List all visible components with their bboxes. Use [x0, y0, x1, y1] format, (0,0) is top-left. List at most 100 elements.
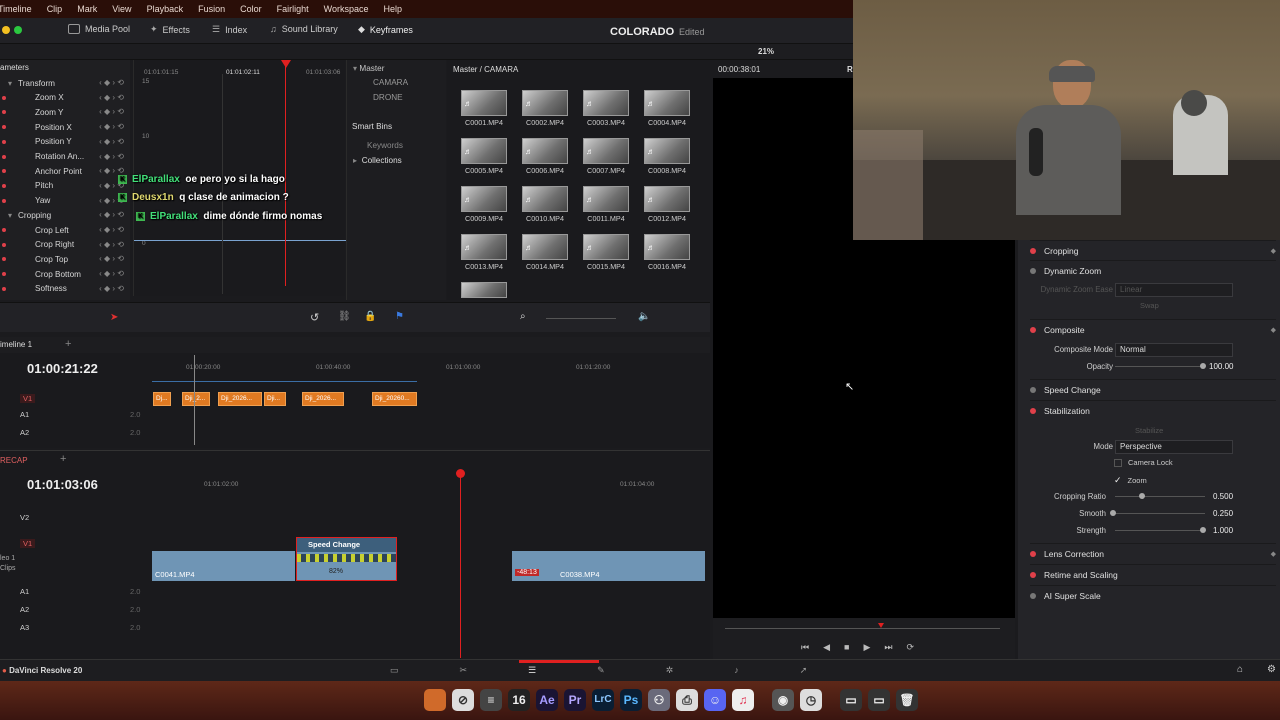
- tl2-track-v2[interactable]: V2: [20, 513, 29, 522]
- tl2-track-a2[interactable]: A2: [20, 605, 29, 614]
- clip-thumbnail[interactable]: [461, 282, 507, 298]
- toggle-icon[interactable]: [1030, 571, 1036, 578]
- keyframe-nav-icon[interactable]: ‹ ◆ › ⟲: [99, 93, 124, 102]
- keyframe-nav-icon[interactable]: ‹ ◆ › ⟲: [99, 254, 124, 263]
- section-composite[interactable]: Composite ◆: [1030, 319, 1276, 339]
- keyframe-diamond-icon[interactable]: ◆: [1271, 247, 1276, 255]
- keyframe-param-row[interactable]: Crop Bottom ‹ ◆ › ⟲: [0, 267, 128, 281]
- toggle-icon[interactable]: [1030, 386, 1036, 393]
- smooth-knob[interactable]: [1110, 510, 1116, 516]
- menu-mark[interactable]: Mark: [77, 4, 97, 14]
- chevron-down-icon[interactable]: ▾: [8, 210, 12, 220]
- opacity-value[interactable]: 100.00: [1209, 362, 1233, 371]
- clip-thumbnail[interactable]: ♬: [644, 186, 690, 212]
- tl1-playhead[interactable]: [194, 355, 195, 445]
- timeline1-clip[interactable]: Dji_20260...: [372, 392, 417, 406]
- menu-view[interactable]: View: [112, 4, 131, 14]
- toggle-icon[interactable]: [1030, 247, 1036, 254]
- keyframe-diamond-icon[interactable]: ◆: [1271, 326, 1276, 334]
- kf-playhead[interactable]: [285, 64, 286, 286]
- kf-playhead-handle[interactable]: [281, 60, 291, 68]
- speed-percent[interactable]: 82%: [329, 568, 343, 575]
- cropping-ratio-value[interactable]: 0.500: [1213, 492, 1233, 501]
- menu-color[interactable]: Color: [240, 4, 262, 14]
- music-icon[interactable]: ♫: [732, 689, 754, 711]
- opacity-slider-knob[interactable]: [1200, 363, 1206, 369]
- keyframe-param-row[interactable]: Rotation An... ‹ ◆ › ⟲: [0, 150, 128, 164]
- clip-thumbnail[interactable]: ♬: [644, 138, 690, 164]
- keyframe-param-row[interactable]: Softness ‹ ◆ › ⟲: [0, 282, 128, 296]
- clip-thumbnail[interactable]: ♬: [583, 186, 629, 212]
- timeline1[interactable]: 01:00:21:22 01:00:20:00 01:00:40:00 01:0…: [0, 353, 710, 448]
- tl2-track-v1[interactable]: V1: [20, 539, 36, 548]
- strength-slider[interactable]: [1115, 527, 1206, 533]
- keyframe-nav-icon[interactable]: ‹ ◆ › ⟲: [99, 152, 124, 161]
- calendar-icon[interactable]: 16: [508, 689, 530, 711]
- section-cropping[interactable]: Cropping ◆: [1030, 240, 1276, 260]
- home-icon[interactable]: ⌂: [1237, 664, 1243, 675]
- keyframe-param-row[interactable]: Pitch ‹ ◆ › ⟲: [0, 179, 128, 193]
- toggle-icon[interactable]: [1030, 550, 1036, 557]
- strength-knob[interactable]: [1200, 527, 1206, 533]
- scrubber[interactable]: [725, 628, 1000, 629]
- keyframe-nav-icon[interactable]: ‹ ◆ › ⟲: [99, 137, 124, 146]
- keyframe-param-row[interactable]: Crop Left ‹ ◆ › ⟲: [0, 223, 128, 237]
- volume-icon[interactable]: 🔈: [638, 311, 650, 322]
- menu-help[interactable]: Help: [384, 4, 403, 14]
- timeline1-name[interactable]: imeline 1: [0, 340, 32, 349]
- menu-fusion[interactable]: Fusion: [198, 4, 225, 14]
- effects-button[interactable]: ✦ Effects: [150, 24, 190, 35]
- keyframe-param-row[interactable]: Yaw ‹ ◆ › ⟲: [0, 194, 128, 208]
- speed-change-clip[interactable]: Speed Change 82%: [296, 537, 397, 581]
- add-timeline-icon[interactable]: +: [65, 338, 71, 350]
- photoshop-icon[interactable]: Ps: [620, 689, 642, 711]
- scrubber-playhead[interactable]: [878, 623, 884, 628]
- clip-thumbnail[interactable]: ♬: [583, 138, 629, 164]
- clip-thumbnail[interactable]: ♬: [461, 90, 507, 116]
- snapping-icon[interactable]: ↺: [310, 311, 319, 324]
- tl2-playhead[interactable]: [460, 473, 461, 658]
- keyframe-nav-icon[interactable]: ‹ ◆ › ⟲: [99, 240, 124, 249]
- bin-keywords[interactable]: Keywords: [367, 141, 403, 150]
- bin-item-camara[interactable]: CAMARA: [373, 78, 408, 87]
- timeline1-clip[interactable]: Dj...: [153, 392, 171, 406]
- timeline1-clip[interactable]: Dji_2026...: [218, 392, 262, 406]
- section-stabilization[interactable]: Stabilization: [1030, 400, 1276, 420]
- selection-tool-icon[interactable]: ➤: [110, 312, 118, 323]
- bin-master[interactable]: ▾ Master: [353, 63, 384, 73]
- cut-page-icon[interactable]: ✂: [460, 665, 468, 676]
- opacity-slider[interactable]: [1115, 363, 1206, 369]
- keyframe-nav-icon[interactable]: ‹ ◆ › ⟲: [99, 210, 124, 219]
- toggle-icon[interactable]: [1030, 326, 1036, 333]
- timeline2-name[interactable]: RECAP: [0, 456, 28, 465]
- screen-icon[interactable]: ▭: [868, 689, 890, 711]
- premiere-icon[interactable]: Pr: [564, 689, 586, 711]
- lightroom-classic-icon[interactable]: LrC: [592, 689, 614, 711]
- sound-library-button[interactable]: ♫ Sound Library: [270, 24, 338, 34]
- swap-button[interactable]: Swap: [1140, 301, 1159, 310]
- link-icon[interactable]: ⛓: [338, 311, 351, 322]
- rewind-icon[interactable]: ◀: [823, 642, 830, 653]
- zoom-checkbox[interactable]: ✓ Zoom: [1114, 475, 1147, 486]
- lock-icon[interactable]: 🔒: [364, 311, 376, 322]
- tl1-track-a1[interactable]: A1: [20, 410, 29, 419]
- tl1-track-a2[interactable]: A2: [20, 428, 29, 437]
- tl2-track-a1[interactable]: A1: [20, 587, 29, 596]
- discord-icon[interactable]: ☺: [704, 689, 726, 711]
- section-lens-correction[interactable]: Lens Correction ◆: [1030, 543, 1276, 563]
- keyframe-nav-icon[interactable]: ‹ ◆ › ⟲: [99, 107, 124, 116]
- add-timeline-icon[interactable]: +: [60, 453, 66, 465]
- keyframe-nav-icon[interactable]: ‹ ◆ › ⟲: [99, 122, 124, 131]
- composite-mode-select[interactable]: Normal: [1115, 343, 1233, 357]
- toggle-icon[interactable]: [1030, 407, 1036, 414]
- clip-thumbnail[interactable]: ♬: [583, 234, 629, 260]
- keyframe-param-row[interactable]: ▾ Cropping ‹ ◆ › ⟲: [0, 208, 128, 222]
- section-dynamic-zoom[interactable]: Dynamic Zoom: [1030, 260, 1276, 280]
- clip-thumbnail[interactable]: ♬: [522, 138, 568, 164]
- stop-icon[interactable]: ■: [844, 642, 849, 653]
- flag-icon[interactable]: ⚑: [395, 311, 404, 322]
- chevron-down-icon[interactable]: ▾: [8, 78, 12, 88]
- clip-thumbnail[interactable]: ♬: [461, 138, 507, 164]
- timeline2-clip-right[interactable]: C0038.MP4: [512, 551, 705, 581]
- toggle-icon[interactable]: [1030, 267, 1036, 274]
